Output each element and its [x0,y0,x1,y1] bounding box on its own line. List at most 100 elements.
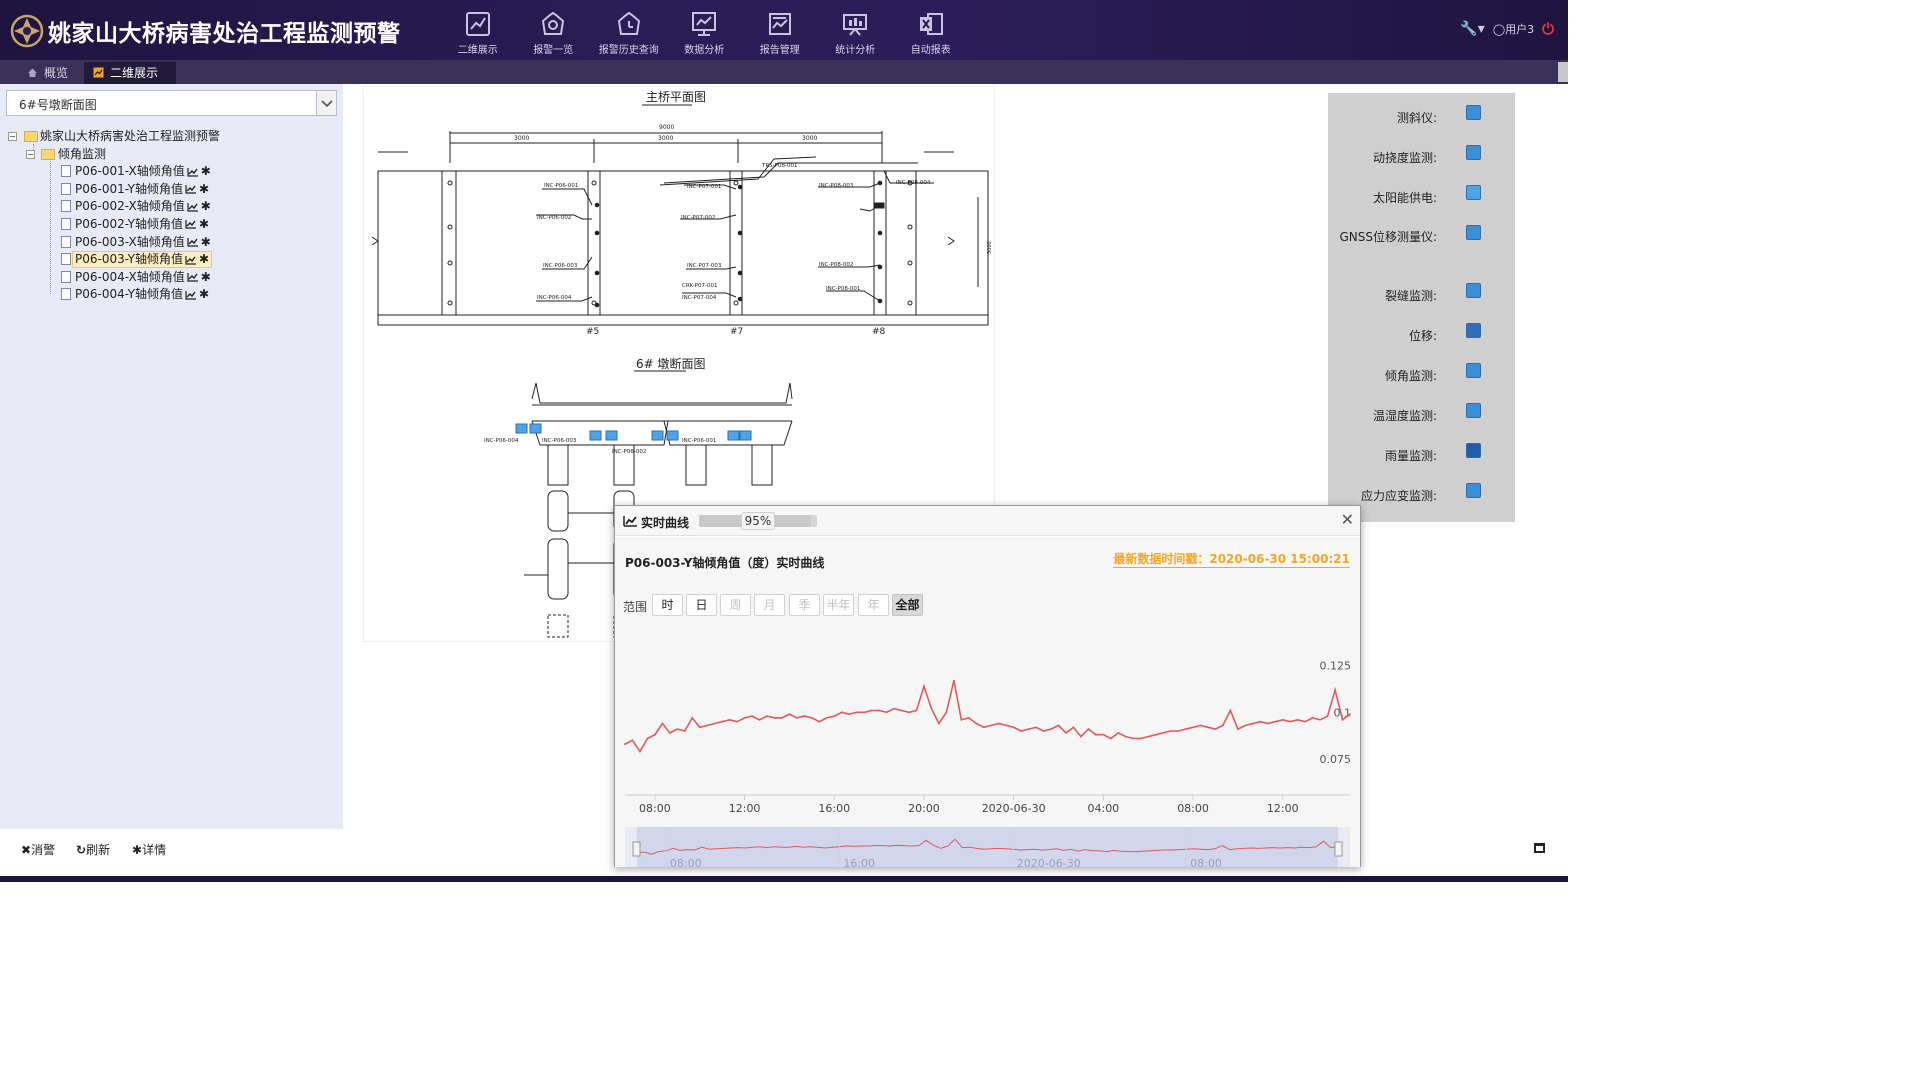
user-menu[interactable]: ◯用户3 [1493,21,1534,37]
range-button[interactable]: 全部 [892,594,923,616]
data-point [1236,728,1239,731]
pier-label: #7 [730,327,743,337]
asterisk-icon[interactable]: ✱ [201,198,211,216]
data-point [810,717,813,719]
range-button[interactable]: 年 [858,594,889,616]
x-tick-label: 12:00 [1267,802,1299,815]
data-point [698,726,701,729]
data-point [967,717,970,719]
range-button[interactable]: 季 [789,594,820,616]
collapse-icon[interactable]: − [26,149,35,159]
data-point [758,718,761,721]
x-tick-label: 16:00 [818,802,850,815]
data-point [781,717,783,719]
series-line[interactable] [624,680,1351,754]
realtime-curve-dialog[interactable]: 实时曲线 95% ✕ P06-003-Y轴倾角值（度）实时曲线 最新数据时间戳：… [614,505,1361,867]
data-point [773,717,776,719]
refresh-button[interactable]: ↻刷新 [76,841,110,858]
navigator-selection[interactable] [637,827,1338,867]
nav-data-analysis[interactable]: 数据分析 [667,0,743,60]
trend-chart-icon[interactable] [187,237,199,247]
data-point [796,717,798,719]
maximize-icon[interactable] [1534,843,1545,853]
range-button[interactable]: 时 [652,594,683,616]
dim-label: 3000 [514,135,529,142]
close-icon[interactable]: ✕ [1341,510,1354,529]
collapse-icon[interactable]: − [8,132,17,141]
sensor-label: INC-P08-002 [819,262,853,268]
range-button[interactable]: 半年 [823,594,854,616]
trend-chart-icon[interactable] [185,184,197,194]
realtime-line-chart[interactable]: 0.1250.10.07508:00 12:00 16:00 20:00 2020-06… [615,627,1360,867]
data-point [952,679,955,682]
left-footer [0,913,343,953]
navigator-left-handle[interactable] [632,841,641,857]
trend-chart-icon[interactable] [187,202,199,212]
data-point [1012,726,1015,729]
document-icon [61,270,71,283]
trend-chart-icon[interactable] [185,290,197,300]
tree-item-label: P06-002-Y轴倾角值 [75,216,183,231]
nav-statistics[interactable]: 统计分析 [818,0,894,60]
range-button[interactable]: 日 [686,594,717,616]
asterisk-icon[interactable]: ✱ [199,252,209,267]
data-point [788,713,791,716]
data-point [870,709,873,712]
excel-icon [919,13,943,35]
sensor-legend-panel: 测斜仪: 动挠度监测: 太阳能供电: GNSS位移测量仪: 裂缝监测: 位移: 倾角监测: 温… [1328,93,1515,522]
data-point [878,709,881,712]
data-point [1244,724,1247,727]
chevron-down-icon[interactable] [316,91,336,115]
navigator-right-handle[interactable] [1334,841,1343,857]
range-button[interactable]: 月 [754,594,785,616]
section-select[interactable]: 6#号墩断面图 [6,90,337,116]
trend-chart-icon[interactable] [185,219,197,230]
detail-button[interactable]: ✱详情 [132,841,166,858]
data-point [885,711,888,714]
nav-auto-report[interactable]: 自动报表 [893,0,969,60]
asterisk-icon[interactable]: ✱ [201,234,211,252]
tree-item-label: P06-003-X轴倾角值 [75,234,185,249]
asterisk-icon[interactable]: ✱ [201,163,211,181]
asterisk-icon[interactable]: ✱ [199,286,209,304]
report-icon [768,13,791,35]
tree-item-label: P06-004-Y轴倾角值 [75,287,183,302]
nav-alarm-history[interactable]: 报警历史查询 [591,0,667,60]
trend-chart-icon[interactable] [187,167,199,177]
asterisk-icon[interactable]: ✱ [199,216,209,234]
nav-2d-display[interactable]: 二维展示 [440,0,516,60]
trend-chart-icon[interactable] [187,272,199,282]
data-point [1057,724,1060,727]
power-icon[interactable]: ⏻ [1542,20,1554,38]
nav-report-management[interactable]: 报告管理 [742,0,818,60]
data-point [653,733,656,736]
rain-icon [1466,443,1481,458]
tab-2d-display[interactable]: 二维展示 [84,62,176,84]
range-button[interactable]: 周 [720,594,751,616]
latest-timestamp[interactable]: 最新数据时间戳：2020-06-30 15:00:21 [1113,550,1350,568]
range-label: 范围 [623,600,648,614]
dismiss-alarm-button[interactable]: ✖消警 [21,841,55,858]
tree-item-label-wrap: P06-004-Y轴倾角值 ✱ [75,286,209,304]
asterisk-icon[interactable]: ✱ [199,181,209,199]
section-select-value: 6#号墩断面图 [19,98,97,112]
asterisk-icon[interactable]: ✱ [201,269,211,287]
data-point [661,722,664,725]
crack-icon [1466,283,1481,298]
dialog-titlebar[interactable]: 实时曲线 95% ✕ [615,506,1360,536]
data-point [1296,718,1299,721]
data-point [721,720,724,723]
plan-title: 主桥平面图 [646,90,706,104]
trend-chart-icon[interactable] [185,255,197,265]
deflection-icon [1466,145,1481,160]
tab-overview[interactable]: 概览 [18,62,80,84]
tab-scroll-handle[interactable] [1558,62,1568,82]
wrench-icon[interactable]: 🔧▾ [1460,21,1484,37]
data-point [713,722,716,725]
nav-alarm-list[interactable]: 报警一览 [516,0,592,60]
asterisk-icon: ✱ [132,843,143,857]
data-point [930,707,933,710]
sensor-label: CRK-P07-001 [682,283,717,289]
data-point [631,739,634,742]
sensor-label: INC-P08-004 [896,180,931,186]
